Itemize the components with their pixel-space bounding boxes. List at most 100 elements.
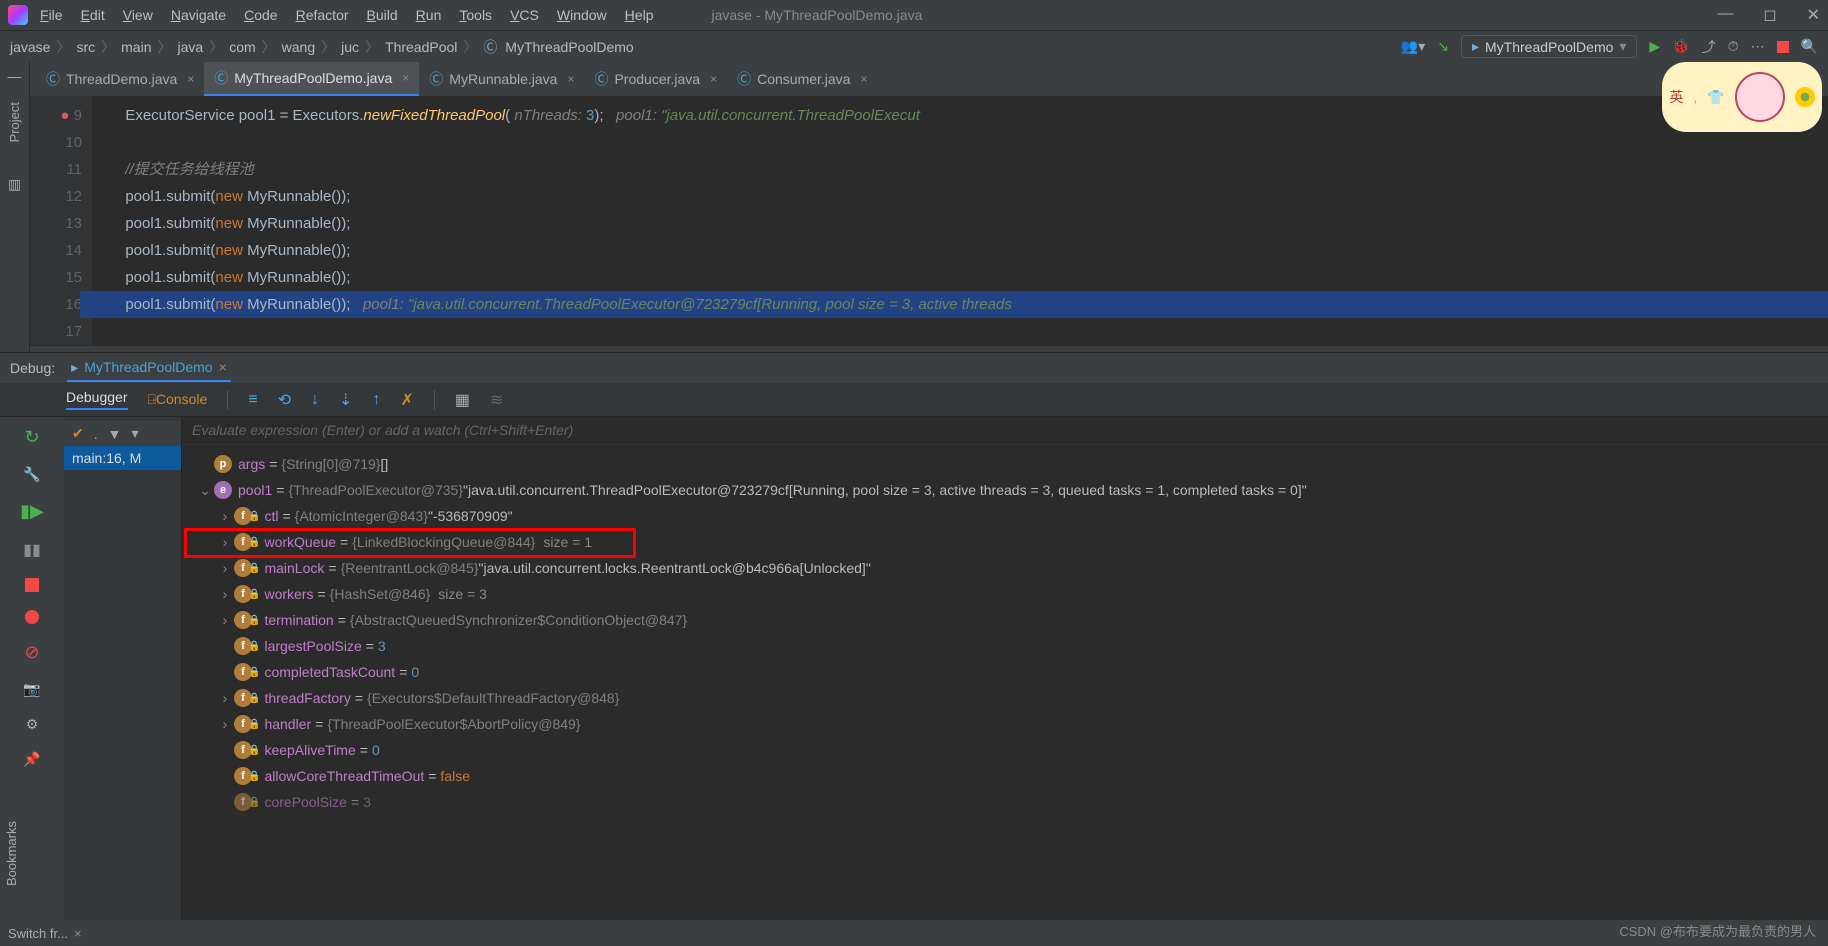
evaluate-input[interactable]: Evaluate expression (Enter) or add a wat… — [182, 417, 1828, 445]
debug-icon[interactable]: 🐞 — [1672, 38, 1689, 55]
editor-tab[interactable]: ⒸConsumer.java× — [727, 62, 877, 96]
debug-session-tab[interactable]: ▸ MyThreadPoolDemo × — [67, 355, 231, 382]
menu-window[interactable]: Window — [557, 7, 607, 23]
collapse-icon[interactable]: — — [8, 68, 22, 84]
close-tab-icon[interactable]: × — [402, 71, 409, 85]
menu-build[interactable]: Build — [367, 7, 398, 23]
close-tab-icon[interactable]: × — [219, 359, 227, 375]
crumb[interactable]: com — [229, 39, 255, 55]
variable-row[interactable]: ›f🔒mainLock={ReentrantLock@845} "java.ut… — [186, 555, 1824, 581]
resume-icon[interactable]: ▮▶ — [20, 501, 44, 522]
view-breakpoints-icon[interactable] — [25, 610, 39, 624]
crumb[interactable]: java — [178, 39, 204, 55]
coverage-icon[interactable]: ⤴ — [1702, 37, 1716, 57]
stop-debug-icon[interactable] — [25, 578, 39, 592]
variable-row[interactable]: f🔒completedTaskCount=0 — [186, 659, 1824, 685]
menu-tools[interactable]: Tools — [459, 7, 492, 23]
crumb[interactable]: wang — [282, 39, 315, 55]
thread-dump-icon[interactable]: 📷 — [23, 681, 40, 698]
rerun-icon[interactable]: ↻ — [24, 427, 39, 448]
crumb[interactable]: ThreadPool — [385, 39, 457, 55]
variable-row[interactable]: f🔒allowCoreThreadTimeOut=false — [186, 763, 1824, 789]
bookmarks-toolwindow-button[interactable]: Bookmarks — [4, 821, 19, 886]
build-icon[interactable]: ↘ — [1437, 38, 1449, 55]
stop-icon[interactable] — [1777, 41, 1789, 53]
pin-icon[interactable]: 📌 — [23, 751, 40, 768]
project-toolwindow-button[interactable]: Project — [7, 102, 22, 142]
attach-icon[interactable]: ⋯ — [1751, 38, 1765, 55]
menu-code[interactable]: Code — [244, 7, 277, 23]
trace-icon[interactable]: ≋ — [490, 390, 503, 410]
menu-refactor[interactable]: Refactor — [296, 7, 349, 23]
menu-vcs[interactable]: VCS — [510, 7, 539, 23]
run-icon[interactable]: ▶ — [1649, 38, 1660, 55]
variable-row[interactable]: ›f🔒workQueue={LinkedBlockingQueue@844} s… — [186, 529, 1824, 555]
console-tab[interactable]: ⍈Console — [148, 391, 208, 408]
code-editor[interactable]: ExecutorService pool1 = Executors.newFix… — [92, 96, 1828, 345]
expand-icon[interactable]: › — [216, 690, 234, 706]
filter-icon[interactable]: ▼ — [108, 426, 122, 442]
crumb[interactable]: javase — [10, 39, 50, 55]
step-into-icon[interactable]: ↓ — [311, 391, 319, 409]
variable-row[interactable]: ⌄epool1={ThreadPoolExecutor@735} "java.u… — [186, 477, 1824, 503]
variable-row[interactable]: f🔒keepAliveTime=0 — [186, 737, 1824, 763]
force-step-into-icon[interactable]: ⇣ — [339, 390, 352, 410]
crumb[interactable]: src — [76, 39, 95, 55]
drop-frame-icon[interactable]: ✗ — [400, 390, 413, 410]
profile-icon[interactable]: ⏱ — [1728, 38, 1739, 55]
show-exec-point-icon[interactable]: ≡ — [248, 391, 257, 409]
close-tab-icon[interactable]: × — [710, 72, 717, 86]
stack-frame[interactable]: main:16, M — [64, 446, 181, 470]
menu-edit[interactable]: Edit — [81, 7, 105, 23]
minimize-icon[interactable]: — — [1717, 5, 1733, 25]
menu-help[interactable]: Help — [625, 7, 654, 23]
close-icon[interactable]: ✕ — [1807, 5, 1820, 25]
close-tab-icon[interactable]: × — [567, 72, 574, 86]
switch-frame-label[interactable]: Switch fr... — [8, 926, 68, 941]
mute-breakpoints-icon[interactable]: ⊘ — [24, 642, 39, 663]
crumb[interactable]: Ⓒ MyThreadPoolDemo — [483, 39, 633, 55]
maximize-icon[interactable]: ◻ — [1763, 5, 1776, 25]
modify-icon[interactable]: 🔧 — [23, 466, 40, 483]
close-tab-icon[interactable]: × — [860, 72, 867, 86]
expand-icon[interactable]: › — [216, 716, 234, 732]
crumb[interactable]: main — [121, 39, 151, 55]
variable-row[interactable]: ›f🔒threadFactory={Executors$DefaultThrea… — [186, 685, 1824, 711]
search-icon[interactable]: 🔍 — [1801, 38, 1818, 55]
expand-icon[interactable]: › — [216, 534, 234, 550]
variable-row[interactable]: ›f🔒ctl={AtomicInteger@843} "-536870909" — [186, 503, 1824, 529]
editor-tab[interactable]: ⒸMyThreadPoolDemo.java× — [204, 62, 419, 96]
crumb[interactable]: juc — [341, 39, 359, 55]
code-with-me-icon[interactable]: 👥▾ — [1401, 38, 1425, 55]
variable-row[interactable]: f🔒corePoolSize=3 — [186, 789, 1824, 815]
variable-row[interactable]: ›f🔒handler={ThreadPoolExecutor$AbortPoli… — [186, 711, 1824, 737]
pause-icon[interactable]: ▮▮ — [23, 540, 41, 560]
expand-icon[interactable]: › — [216, 586, 234, 602]
debugger-tab[interactable]: Debugger — [66, 389, 128, 410]
folder-icon[interactable]: ▥ — [8, 176, 21, 193]
expand-icon[interactable]: › — [216, 612, 234, 628]
horizontal-scrollbar[interactable] — [30, 345, 1828, 352]
editor-tab[interactable]: ⒸThreadDemo.java× — [36, 62, 204, 96]
menu-view[interactable]: View — [123, 7, 153, 23]
expand-icon[interactable]: › — [216, 508, 234, 524]
step-over-icon[interactable]: ⟲ — [278, 390, 291, 410]
editor-tab[interactable]: ⒸMyRunnable.java× — [419, 62, 584, 96]
variable-row[interactable]: ›f🔒workers={HashSet@846} size = 3 — [186, 581, 1824, 607]
menu-file[interactable]: File — [40, 7, 63, 23]
editor-tab[interactable]: ⒸProducer.java× — [584, 62, 727, 96]
expand-icon[interactable]: › — [216, 560, 234, 576]
evaluate-icon[interactable]: ▦ — [455, 390, 470, 410]
chevron-down-icon[interactable]: ▾ — [131, 425, 138, 442]
menu-run[interactable]: Run — [416, 7, 442, 23]
settings-icon[interactable]: ⚙ — [26, 716, 39, 733]
check-icon[interactable]: ✔ — [72, 425, 84, 442]
menu-navigate[interactable]: Navigate — [171, 7, 226, 23]
step-out-icon[interactable]: ↑ — [372, 391, 380, 409]
run-config-combo[interactable]: ▸ MyThreadPoolDemo ▾ — [1461, 35, 1637, 58]
close-icon[interactable]: × — [74, 926, 82, 941]
variable-row[interactable]: pargs={String[0]@719} [] — [186, 451, 1824, 477]
ime-indicator[interactable]: 英 , 👕 — [1662, 62, 1822, 132]
close-tab-icon[interactable]: × — [187, 72, 194, 86]
variable-row[interactable]: f🔒largestPoolSize=3 — [186, 633, 1824, 659]
